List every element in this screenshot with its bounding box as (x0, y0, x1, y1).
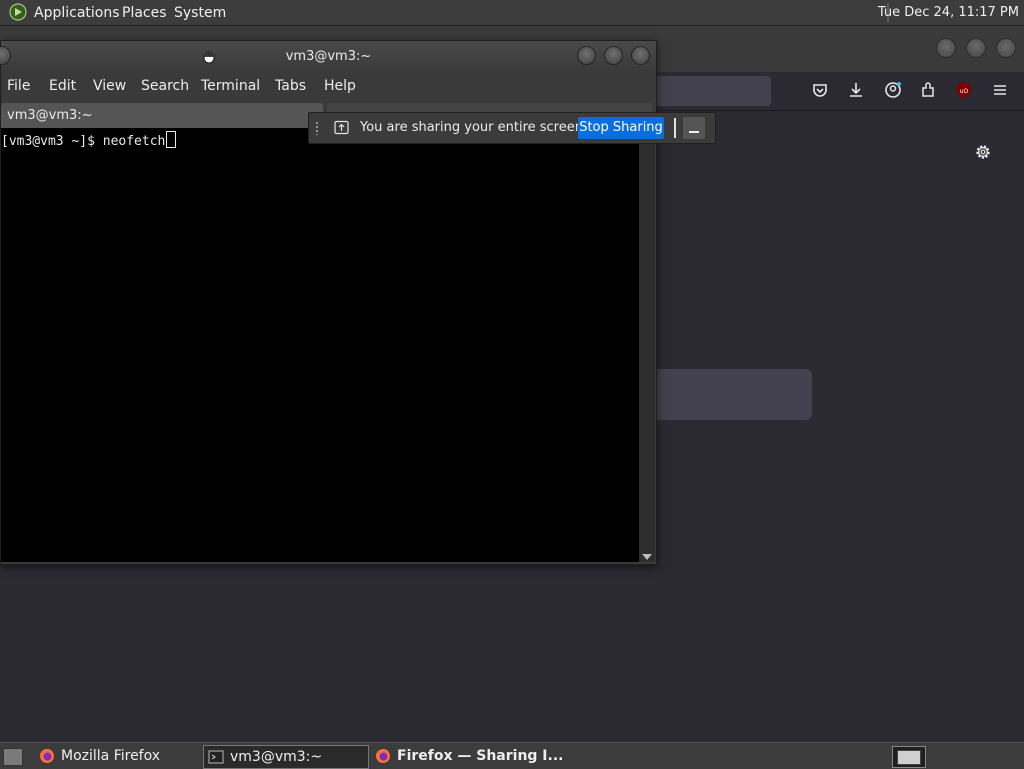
terminal-titlebar[interactable]: vm3@vm3:~ (0, 41, 656, 71)
menu-view[interactable]: View (93, 78, 126, 94)
hamburger-menu-icon[interactable] (990, 80, 1010, 100)
download-icon[interactable] (846, 80, 866, 100)
firefox-search-box[interactable] (652, 369, 812, 420)
svg-text:uO: uO (960, 88, 969, 95)
terminal-maximize-button[interactable] (604, 46, 623, 65)
terminal-menubar: File Edit View Search Terminal Tabs Help (1, 71, 656, 101)
scroll-down-arrow-icon[interactable] (642, 554, 652, 560)
stop-sharing-button[interactable]: Stop Sharing (578, 117, 664, 139)
bottom-taskbar: Mozilla Firefox vm3@vm3:~ Firefox — Shar… (0, 742, 1024, 769)
screen-share-icon (334, 120, 349, 135)
terminal-minimize-button[interactable] (577, 46, 596, 65)
extensions-icon[interactable] (918, 80, 938, 100)
task-label: vm3@vm3:~ (230, 749, 323, 765)
places-menu[interactable]: Places (122, 5, 167, 21)
account-icon[interactable] (883, 80, 903, 100)
typed-command: neofetch (102, 134, 166, 149)
terminal-close-button[interactable] (631, 46, 650, 65)
task-firefox-sharing[interactable]: Firefox — Sharing I... (371, 745, 563, 767)
hide-notification-button[interactable] (683, 117, 705, 139)
menu-help[interactable]: Help (324, 78, 356, 94)
firefox-maximize-button[interactable] (966, 38, 986, 58)
clock[interactable]: Tue Dec 24, 11:17 PM (878, 5, 1019, 20)
firefox-url-bar[interactable] (640, 76, 771, 106)
menu-terminal[interactable]: Terminal (201, 78, 260, 94)
applications-menu[interactable]: Applications (34, 5, 120, 21)
sharing-message: You are sharing your entire screen. (360, 120, 588, 135)
ublock-origin-icon[interactable]: uO (954, 80, 974, 100)
menu-tabs[interactable]: Tabs (275, 78, 306, 94)
terminal-tab-active[interactable]: vm3@vm3:~ (1, 103, 323, 128)
screen-sharing-notification: You are sharing your entire screen. Stop… (308, 112, 716, 144)
firefox-close-button[interactable] (996, 38, 1016, 58)
menu-edit[interactable]: Edit (49, 78, 76, 94)
applications-logo-icon[interactable] (9, 3, 27, 21)
terminal-icon (208, 750, 224, 764)
system-menu[interactable]: System (174, 5, 226, 21)
firefox-icon (376, 749, 390, 763)
pocket-icon[interactable] (810, 80, 830, 100)
terminal-tab-label: vm3@vm3:~ (7, 108, 93, 123)
divider (674, 118, 676, 138)
menu-file[interactable]: File (7, 78, 30, 94)
terminal-scrollbar[interactable] (639, 128, 655, 562)
minimize-icon (689, 131, 699, 133)
task-mozilla-firefox[interactable]: Mozilla Firefox (35, 745, 197, 767)
task-label: Firefox — Sharing I... (397, 748, 564, 764)
terminal-title: vm3@vm3:~ (285, 49, 372, 64)
terminal-cursor (166, 131, 177, 148)
top-panel: Applications Places System Tue Dec 24, 1… (0, 0, 1024, 26)
task-terminal[interactable]: vm3@vm3:~ (203, 745, 369, 769)
terminal-screen[interactable]: [vm3@vm3 ~]$ neofetch (1, 128, 639, 562)
firefox-minimize-button[interactable] (936, 38, 956, 58)
workspace-thumbnail (897, 750, 921, 765)
terminal-line: [vm3@vm3 ~]$ neofetch (1, 131, 177, 149)
show-desktop-icon[interactable] (3, 748, 23, 766)
workspace-switcher[interactable] (892, 746, 926, 768)
task-label: Mozilla Firefox (61, 748, 161, 764)
menu-search[interactable]: Search (141, 78, 189, 94)
shell-prompt: [vm3@vm3 ~]$ (1, 134, 103, 149)
drag-handle-icon[interactable] (315, 121, 319, 135)
gear-icon[interactable] (974, 143, 992, 161)
firefox-icon (40, 749, 54, 763)
